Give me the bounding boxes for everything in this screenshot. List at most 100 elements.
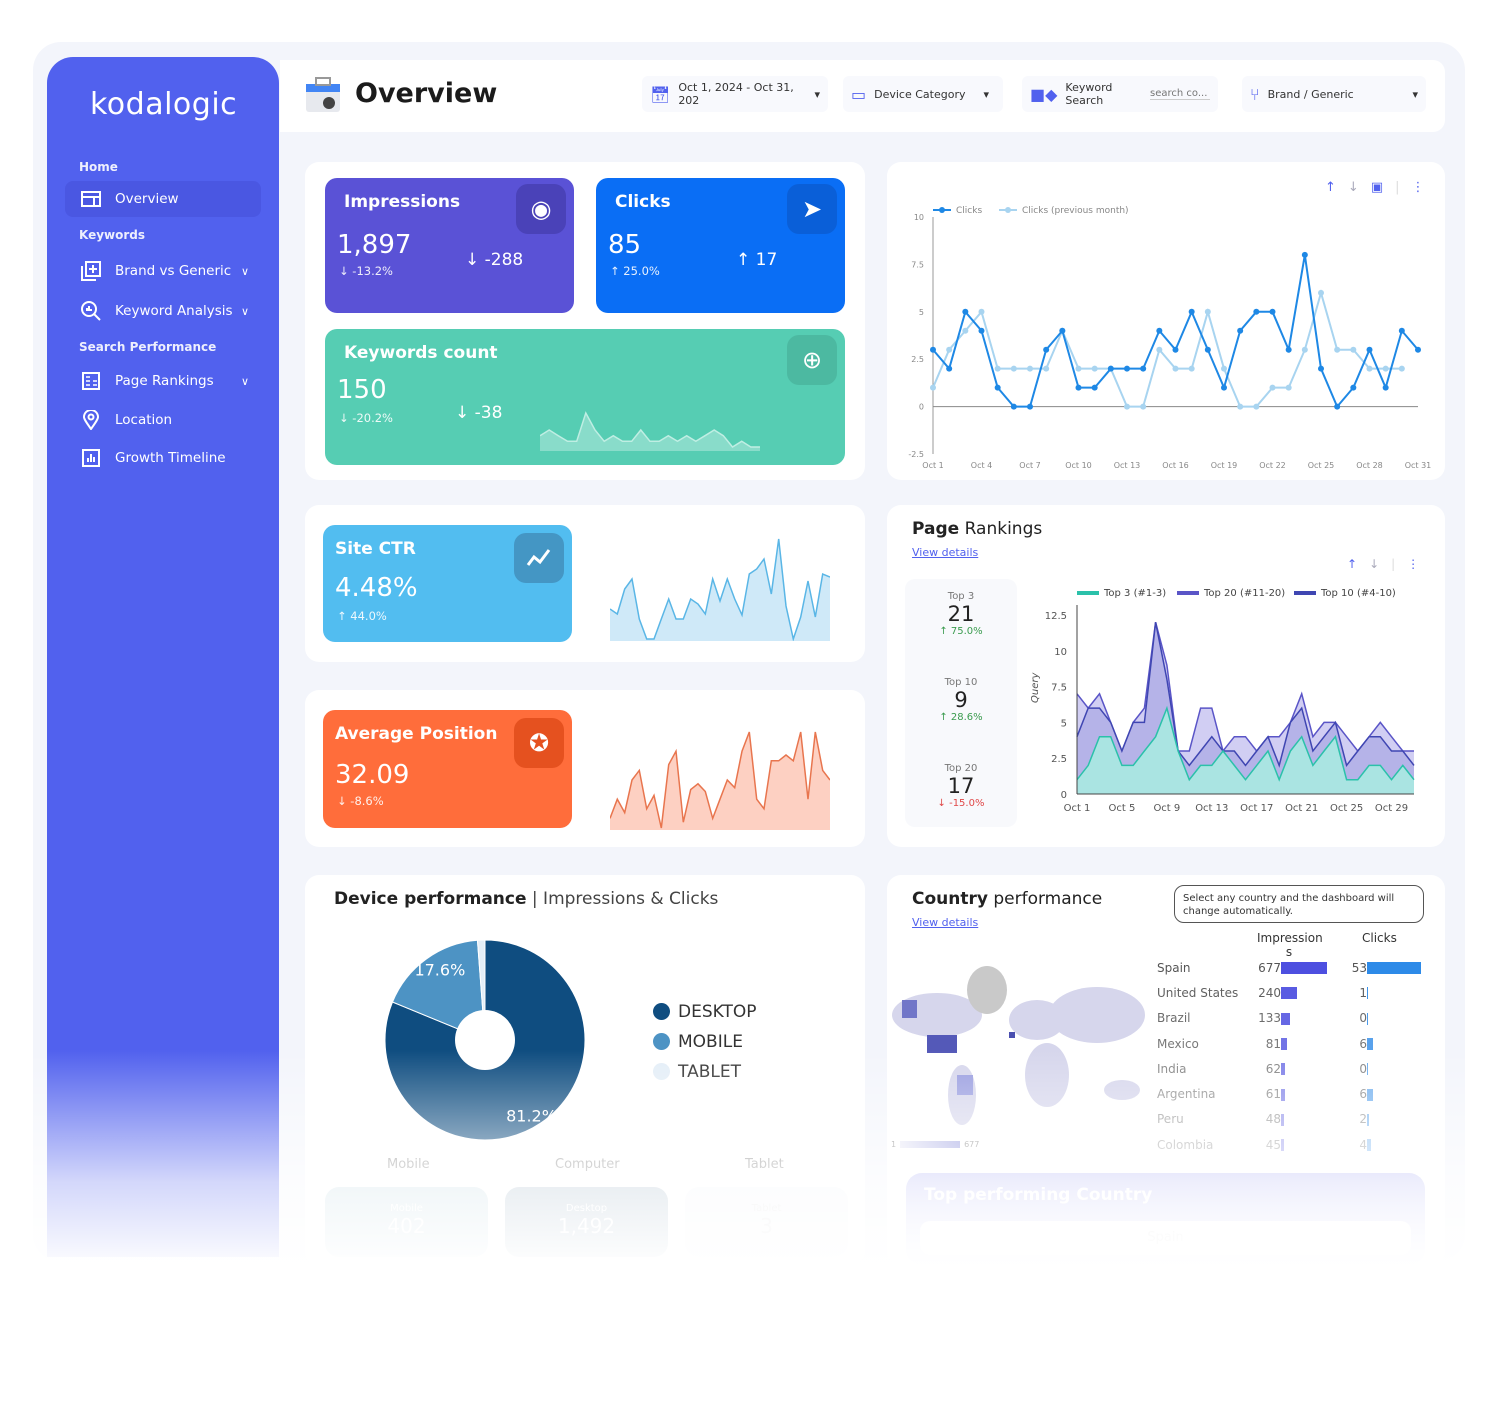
sidebar-item-label: Page Rankings: [115, 373, 214, 389]
country-row[interactable]: India 62 0: [1157, 1056, 1427, 1081]
sidebar: kodalogic Home Overview Keywords Brand v…: [47, 57, 279, 1257]
section-title: performance: [993, 889, 1103, 909]
country-row[interactable]: Peru 48 2: [1157, 1107, 1427, 1132]
card-title: Clicks: [615, 192, 671, 212]
data-point: [1027, 365, 1033, 372]
device-category-filter[interactable]: ▭ Device Category ▾: [843, 76, 1003, 112]
page-rankings-area-chart: 12.5 10 7.5 5 2.5 0 Query Oct 1 Oct 5 Oct 9 Oct 13…: [1030, 588, 1415, 814]
rank-value: 9: [954, 688, 968, 712]
impressions-value: 1,897: [337, 230, 412, 260]
legend-item[interactable]: TABLET: [653, 1057, 756, 1087]
brand-generic-filter[interactable]: ⑂ Brand / Generic ▾: [1242, 76, 1426, 112]
impressions-bar: [1281, 1063, 1286, 1076]
legend-item[interactable]: DESKTOP: [653, 997, 756, 1027]
legend-label: MOBILE: [678, 1032, 743, 1052]
data-point: [1172, 346, 1179, 353]
device-performance-panel: Device performance | Impressions & Click…: [305, 875, 865, 1265]
keyword-search-input[interactable]: [1150, 88, 1210, 100]
data-point: [994, 365, 1001, 372]
impressions-bar: [1281, 1012, 1291, 1025]
keywords-card[interactable]: Keywords count ⊕ 150 ↓ -20.2% ↓ -38: [325, 329, 845, 465]
clicks-chart-panel: ↑ ↓ ▣ | ⋮ 10 7.5 5 2.5 0 -2.5 Oct 1 Oct 4 Oct 7 Oct 1…: [887, 162, 1445, 480]
card-title: Keywords count: [344, 343, 498, 363]
map-scale: 1 677: [891, 1140, 979, 1149]
pie-label: 81.2%: [506, 1106, 557, 1125]
column-label: Mobile: [387, 1157, 430, 1172]
data-point: [1204, 308, 1211, 315]
data-point: [1285, 384, 1292, 391]
date-range-filter[interactable]: 📅︎ Oct 1, 2024 - Oct 31, 202 ▾: [642, 76, 828, 112]
tablet-tile: Tablet 3: [685, 1187, 848, 1257]
impressions-value: 677: [1258, 960, 1281, 975]
clicks-value: 53: [1351, 960, 1367, 975]
sidebar-item-brand-vs-generic[interactable]: Brand vs Generic ∨: [65, 253, 261, 289]
data-point: [1156, 327, 1163, 334]
data-point: [1010, 403, 1017, 410]
country-row[interactable]: Argentina 61 6: [1157, 1081, 1427, 1106]
y-tick-label: 5: [919, 308, 924, 317]
country-name: Brazil: [1157, 1011, 1191, 1026]
clicks-bar: [1367, 1012, 1368, 1025]
country-row[interactable]: Colombia 45 4: [1157, 1132, 1427, 1157]
data-point: [946, 346, 953, 353]
section-home: Home: [79, 160, 118, 174]
trend-line-icon: [514, 533, 564, 583]
data-point: [1237, 403, 1244, 410]
avg-position-sparkline: [610, 731, 830, 830]
y-tick-label: 10: [914, 213, 924, 222]
sort-descending-icon[interactable]: ↓: [1369, 557, 1379, 571]
clicks-delta-abs: 17: [755, 250, 778, 270]
country-row[interactable]: Mexico 81 6: [1157, 1031, 1427, 1056]
legend-item[interactable]: MOBILE: [653, 1027, 756, 1057]
data-point: [1366, 365, 1373, 372]
data-point: [1269, 308, 1276, 315]
country-row[interactable]: Brazil 133 0: [1157, 1006, 1427, 1031]
rank-label: Top 20: [944, 763, 978, 774]
scale-max: 677: [964, 1140, 980, 1149]
sidebar-item-overview[interactable]: Overview: [65, 181, 261, 217]
keywords-sparkline: [540, 411, 760, 451]
data-point: [1010, 365, 1017, 372]
y-tick-label: 10: [1054, 647, 1067, 658]
data-point: [1237, 327, 1244, 334]
chevron-down-icon: ∨: [240, 304, 249, 318]
rank-delta: ↓ -15.0%: [937, 798, 985, 809]
sidebar-item-page-rankings[interactable]: Page Rankings ∨: [65, 363, 261, 399]
sidebar-item-growth-timeline[interactable]: Growth Timeline: [65, 440, 261, 476]
toolbox-icon: [304, 76, 342, 118]
site-ctr-card[interactable]: Site CTR 4.48% ↑ 44.0%: [323, 525, 572, 642]
sidebar-item-keyword-analysis[interactable]: Keyword Analysis ∨: [65, 293, 261, 329]
data-point: [1091, 365, 1098, 372]
clicks-value: 4: [1359, 1137, 1367, 1152]
sparkline-area: [540, 413, 760, 451]
sidebar-item-location[interactable]: Location: [65, 402, 261, 438]
data-point: [1075, 384, 1082, 391]
ctr-panel: Site CTR 4.48% ↑ 44.0%: [305, 505, 865, 662]
clicks-card[interactable]: Clicks ➤ 85 ↑ 25.0% ↑ 17: [596, 178, 845, 313]
clicks-bar: [1367, 1139, 1372, 1152]
data-point: [1398, 327, 1405, 334]
x-tick-label: Oct 25: [1308, 461, 1335, 470]
x-tick-label: Oct 28: [1356, 461, 1383, 470]
legend-swatch: [1077, 591, 1099, 595]
view-details-link[interactable]: View details: [912, 546, 978, 559]
world-map[interactable]: [887, 960, 1147, 1130]
data-point: [1188, 308, 1195, 315]
average-position-card[interactable]: Average Position ✪ 32.09 ↓ -8.6%: [323, 710, 572, 828]
data-point: [1301, 251, 1308, 258]
section-title-bold: Device performance: [334, 889, 527, 909]
data-point: [962, 327, 969, 334]
country-row[interactable]: United States 240 1: [1157, 980, 1427, 1005]
y-tick-label: 7.5: [911, 260, 924, 269]
eye-icon: ◉: [516, 184, 566, 234]
tile-value: 3: [760, 1214, 773, 1238]
data-point: [1140, 403, 1147, 410]
country-row[interactable]: Spain 677 53: [1157, 955, 1427, 980]
more-options-icon[interactable]: ⋮: [1407, 557, 1419, 571]
impressions-card[interactable]: Impressions ◉ 1,897 ↓ -13.2% ↓ -288: [325, 178, 574, 313]
sort-ascending-icon[interactable]: ↑: [1347, 557, 1357, 571]
data-point: [1124, 365, 1130, 372]
view-details-link[interactable]: View details: [912, 916, 978, 929]
data-point: [1043, 365, 1050, 372]
bar-chart-icon: [81, 449, 101, 467]
